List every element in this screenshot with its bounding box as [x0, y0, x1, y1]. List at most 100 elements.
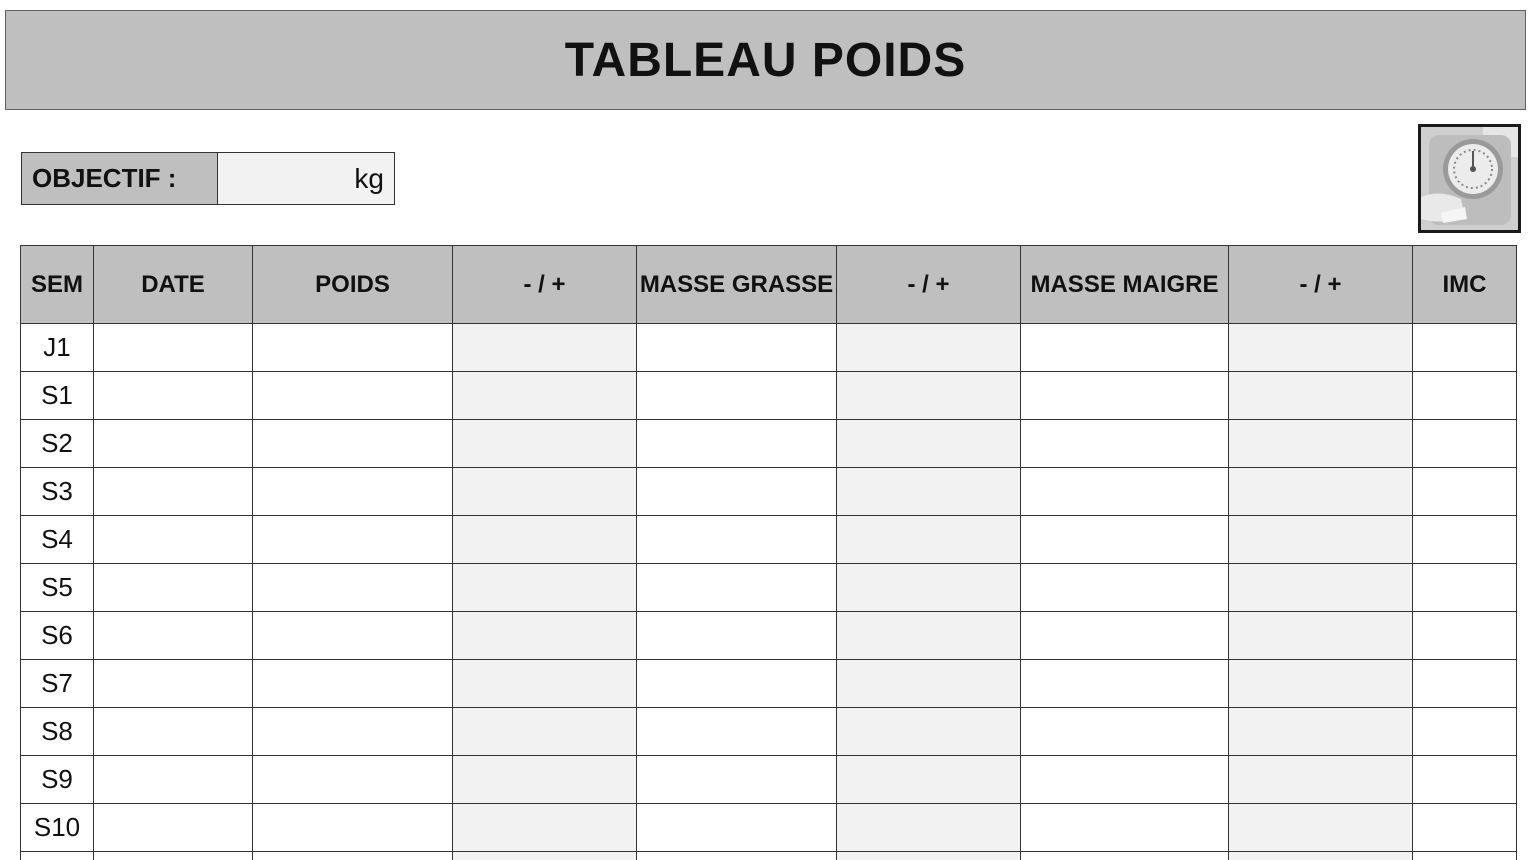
header-diff-poids: - / + [452, 245, 637, 324]
cell-imc [1412, 707, 1517, 756]
cell-date[interactable] [93, 323, 253, 372]
cell-date[interactable] [93, 515, 253, 564]
cell-masse-grasse[interactable] [636, 803, 837, 852]
cell-masse-grasse[interactable] [636, 467, 837, 516]
cell-imc [1412, 851, 1517, 860]
cell-poids [252, 851, 453, 860]
cell-date[interactable] [93, 803, 253, 852]
table-row: S9 [20, 755, 1517, 804]
cell-poids[interactable] [252, 563, 453, 612]
cell-diff-poids [452, 755, 637, 804]
weight-table: SEM DATE POIDS - / + MASSE GRASSE - / + … [20, 245, 1517, 860]
cell-masse-maigre[interactable] [1020, 323, 1229, 372]
cell-poids[interactable] [252, 467, 453, 516]
cell-poids[interactable] [252, 755, 453, 804]
cell-sem: S1 [20, 371, 94, 420]
cell-imc [1412, 515, 1517, 564]
cell-masse-maigre[interactable] [1020, 707, 1229, 756]
cell-poids[interactable] [252, 371, 453, 420]
cell-masse-grasse[interactable] [636, 755, 837, 804]
header-masse-grasse: MASSE GRASSE [636, 245, 837, 324]
header-masse-maigre: MASSE MAIGRE [1020, 245, 1229, 324]
cell-date[interactable] [93, 611, 253, 660]
cell-masse-maigre[interactable] [1020, 611, 1229, 660]
cell-masse-grasse[interactable] [636, 419, 837, 468]
cell-poids[interactable] [252, 803, 453, 852]
cell-diff-poids [452, 659, 637, 708]
cell-masse-maigre[interactable] [1020, 803, 1229, 852]
objective-input[interactable] [248, 163, 355, 194]
cell-masse-maigre[interactable] [1020, 419, 1229, 468]
cell-diff-masse-grasse [836, 467, 1021, 516]
table-row: S4 [20, 515, 1517, 564]
cell-poids[interactable] [252, 419, 453, 468]
header-diff-masse-maigre: - / + [1228, 245, 1413, 324]
cell-masse-maigre[interactable] [1020, 755, 1229, 804]
title-banner: TABLEAU POIDS [5, 10, 1526, 110]
cell-poids[interactable] [252, 659, 453, 708]
objective-value-cell[interactable]: kg [218, 153, 394, 204]
cell-imc [1412, 323, 1517, 372]
cell-diff-masse-maigre [1228, 659, 1413, 708]
cell-date[interactable] [93, 755, 253, 804]
cell-diff-masse-grasse [836, 851, 1021, 860]
cell-diff-masse-maigre [1228, 851, 1413, 860]
cell-masse-maigre[interactable] [1020, 659, 1229, 708]
cell-diff-masse-maigre [1228, 707, 1413, 756]
cell-date[interactable] [93, 419, 253, 468]
cell-masse-grasse[interactable] [636, 323, 837, 372]
cell-masse-grasse[interactable] [636, 707, 837, 756]
cell-imc [1412, 419, 1517, 468]
cell-diff-poids [452, 515, 637, 564]
cell-date[interactable] [93, 371, 253, 420]
cell-poids[interactable] [252, 611, 453, 660]
header-diff-masse-grasse: - / + [836, 245, 1021, 324]
cell-diff-masse-grasse [836, 323, 1021, 372]
cell-masse-grasse[interactable] [636, 659, 837, 708]
header-imc: IMC [1412, 245, 1517, 324]
cell-diff-masse-maigre [1228, 419, 1413, 468]
objective-label: OBJECTIF : [22, 153, 218, 204]
cell-poids[interactable] [252, 323, 453, 372]
cell-date[interactable] [93, 467, 253, 516]
cell-imc [1412, 563, 1517, 612]
cell-date [93, 851, 253, 860]
cell-sem: S8 [20, 707, 94, 756]
cell-date[interactable] [93, 707, 253, 756]
cell-masse-maigre[interactable] [1020, 371, 1229, 420]
cell-diff-masse-grasse [836, 707, 1021, 756]
cell-imc [1412, 467, 1517, 516]
cell-masse-grasse[interactable] [636, 371, 837, 420]
cell-diff-masse-maigre [1228, 371, 1413, 420]
cell-imc [1412, 659, 1517, 708]
cell-diff-masse-maigre [1228, 611, 1413, 660]
cell-masse-maigre [1020, 851, 1229, 860]
cell-poids[interactable] [252, 707, 453, 756]
table-header-row: SEM DATE POIDS - / + MASSE GRASSE - / + … [20, 245, 1517, 324]
cell-date[interactable] [93, 659, 253, 708]
cell-masse-maigre[interactable] [1020, 563, 1229, 612]
cell-diff-masse-grasse [836, 419, 1021, 468]
cell-diff-poids [452, 803, 637, 852]
cell-sem: S3 [20, 467, 94, 516]
cell-diff-masse-grasse [836, 515, 1021, 564]
cell-date[interactable] [93, 563, 253, 612]
cell-masse-grasse[interactable] [636, 563, 837, 612]
table-row: S5 [20, 563, 1517, 612]
cell-poids[interactable] [252, 515, 453, 564]
cell-sem: S6 [20, 611, 94, 660]
cell-sem [20, 851, 94, 860]
table-row: S1 [20, 371, 1517, 420]
cell-sem: S7 [20, 659, 94, 708]
cell-masse-maigre[interactable] [1020, 515, 1229, 564]
cell-diff-masse-grasse [836, 611, 1021, 660]
cell-masse-grasse[interactable] [636, 515, 837, 564]
cell-sem: S9 [20, 755, 94, 804]
table-row: J1 [20, 323, 1517, 372]
cell-diff-poids [452, 611, 637, 660]
cell-masse-maigre[interactable] [1020, 467, 1229, 516]
cell-masse-grasse[interactable] [636, 611, 837, 660]
cell-masse-grasse [636, 851, 837, 860]
cell-imc [1412, 611, 1517, 660]
cell-diff-poids [452, 707, 637, 756]
